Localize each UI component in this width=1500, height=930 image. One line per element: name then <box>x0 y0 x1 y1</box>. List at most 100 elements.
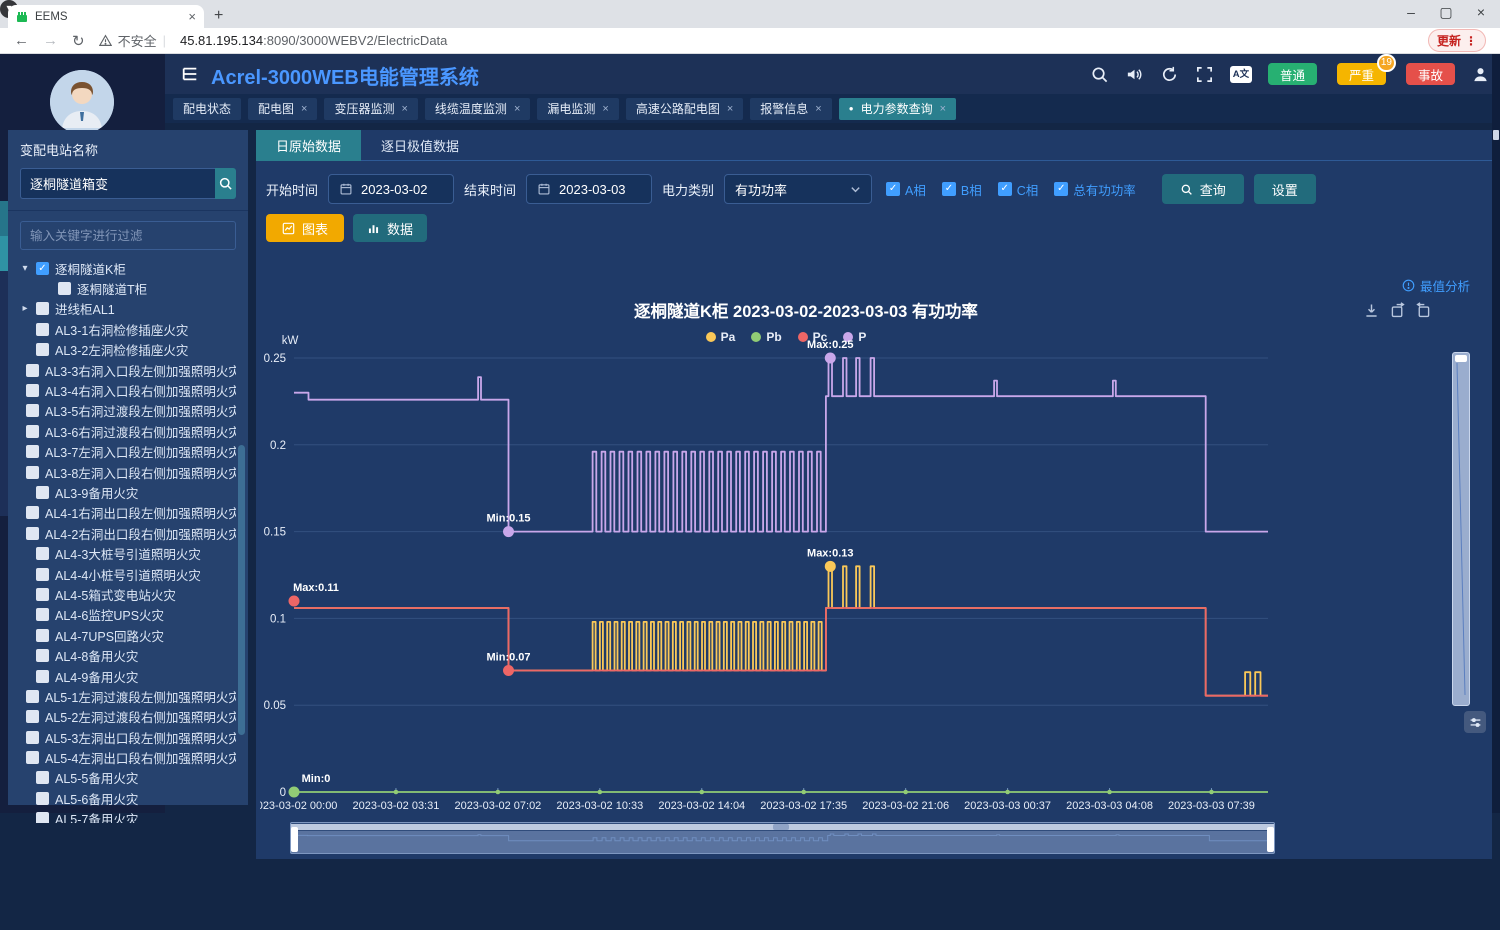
datazoom-grip[interactable] <box>773 824 789 830</box>
menu-collapse-icon[interactable] <box>181 65 199 83</box>
tree-checkbox[interactable] <box>26 751 39 764</box>
speaker-icon[interactable] <box>1125 65 1144 84</box>
phase-check-2[interactable]: ✓ C相 <box>998 180 1039 199</box>
tree-node-22[interactable]: AL5-2左洞过渡段右侧加强照明火灾 <box>20 707 236 727</box>
tree-checkbox[interactable] <box>26 690 39 703</box>
phase-check-0[interactable]: ✓ A相 <box>886 180 926 199</box>
tree-node-4[interactable]: AL3-2左洞检修插座火灾 <box>20 340 236 360</box>
tree-node-23[interactable]: AL5-3左洞出口段左侧加强照明火灾 <box>20 727 236 747</box>
query-button[interactable]: 查询 <box>1162 174 1244 204</box>
tree-node-26[interactable]: AL5-6备用火灾 <box>20 788 236 808</box>
phase-check-1[interactable]: ✓ B相 <box>942 180 982 199</box>
tree-checkbox[interactable] <box>26 404 39 417</box>
tree-checkbox[interactable] <box>36 547 49 560</box>
tree-checkbox[interactable] <box>58 282 71 295</box>
tree-node-14[interactable]: AL4-3大桩号引道照明火灾 <box>20 543 236 563</box>
tab-close-icon[interactable]: × <box>727 103 733 115</box>
search-icon[interactable] <box>1090 65 1109 84</box>
marker-point[interactable] <box>503 665 514 676</box>
tree-node-20[interactable]: AL4-9备用火灾 <box>20 666 236 686</box>
tree-node-1[interactable]: 逐桐隧道T柜 <box>20 278 236 298</box>
browser-tab[interactable]: EEMS × <box>8 5 204 28</box>
tree-checkbox[interactable] <box>36 629 49 642</box>
vertical-datazoom-slider[interactable] <box>1452 352 1470 706</box>
tree-checkbox[interactable] <box>26 731 39 744</box>
user-icon[interactable] <box>1471 65 1490 84</box>
tree-node-16[interactable]: AL4-5箱式变电站火灾 <box>20 584 236 604</box>
data-tab-0[interactable]: 日原始数据 <box>256 130 361 161</box>
tree-checkbox[interactable] <box>26 425 39 438</box>
checkbox-checked-icon[interactable]: ✓ <box>942 182 956 196</box>
checkbox-checked-icon[interactable]: ✓ <box>1054 182 1068 196</box>
slider-settings-icon[interactable] <box>1464 711 1486 733</box>
tree-checkbox[interactable] <box>26 364 39 377</box>
tree-checkbox[interactable] <box>36 771 49 784</box>
tree-checkbox[interactable] <box>36 343 49 356</box>
tree-checkbox[interactable] <box>36 608 49 621</box>
station-name-input[interactable] <box>20 168 215 199</box>
tree-node-3[interactable]: AL3-1右洞检修插座火灾 <box>20 319 236 339</box>
page-tab-0[interactable]: 配电状态 <box>173 98 241 120</box>
caret-right-icon[interactable]: ▸ <box>20 303 30 314</box>
page-tab-2[interactable]: 变压器监测 × <box>324 98 417 120</box>
tab-close-icon[interactable]: × <box>602 103 608 115</box>
alarm-button-0[interactable]: 普通 <box>1268 63 1317 85</box>
tree-checkbox[interactable] <box>36 302 49 315</box>
series-Pc[interactable] <box>294 608 1268 696</box>
tree-node-25[interactable]: AL5-5备用火灾 <box>20 768 236 788</box>
tree-scrollbar-thumb[interactable] <box>238 445 245 735</box>
forward-button[interactable]: → <box>43 32 58 49</box>
url-text[interactable]: 45.81.195.134:8090/3000WEBV2/ElectricDat… <box>180 33 447 48</box>
tree-node-15[interactable]: AL4-4小桩号引道照明火灾 <box>20 564 236 584</box>
tree-checkbox[interactable] <box>26 710 39 723</box>
tree-node-19[interactable]: AL4-8备用火灾 <box>20 645 236 665</box>
translate-icon[interactable]: A文 <box>1230 66 1252 83</box>
download-icon[interactable] <box>1363 302 1380 319</box>
tree-node-9[interactable]: AL3-7左洞入口段左侧加强照明火灾 <box>20 442 236 462</box>
tree-node-11[interactable]: AL3-9备用火灾 <box>20 482 236 502</box>
tree-node-21[interactable]: AL5-1左洞过渡段左侧加强照明火灾 <box>20 686 236 706</box>
tree-node-5[interactable]: AL3-3右洞入口段左侧加强照明火灾 <box>20 360 236 380</box>
tree-node-24[interactable]: AL5-4左洞出口段右侧加强照明火灾 <box>20 747 236 767</box>
zoom-reset-icon[interactable] <box>1415 302 1432 319</box>
tree-node-6[interactable]: AL3-4右洞入口段右侧加强照明火灾 <box>20 380 236 400</box>
tree-checkbox[interactable] <box>36 670 49 683</box>
kebab-menu-icon[interactable]: ⋮ <box>1465 34 1477 48</box>
tree-checkbox[interactable] <box>26 384 39 397</box>
page-tab-1[interactable]: 配电图 × <box>248 98 317 120</box>
tree-node-10[interactable]: AL3-8左洞入口段右侧加强照明火灾 <box>20 462 236 482</box>
tab-close-icon[interactable]: × <box>815 103 821 115</box>
page-tab-5[interactable]: 高速公路配电图 × <box>626 98 743 120</box>
tab-close-icon[interactable]: × <box>401 103 407 115</box>
reload-button[interactable]: ↻ <box>72 32 85 50</box>
tree-node-13[interactable]: AL4-2右洞出口段右侧加强照明火灾 <box>20 523 236 543</box>
marker-point[interactable] <box>503 526 514 537</box>
tab-close-icon[interactable]: × <box>514 103 520 115</box>
back-button[interactable]: ← <box>14 32 29 49</box>
site-security-chip[interactable]: 不安全 | <box>99 31 166 50</box>
tree-node-12[interactable]: AL4-1右洞出口段左侧加强照明火灾 <box>20 503 236 523</box>
tree-checkbox[interactable] <box>36 588 49 601</box>
marker-point[interactable] <box>825 353 836 364</box>
page-tab-4[interactable]: 漏电监测 × <box>537 98 618 120</box>
marker-point[interactable] <box>825 561 836 572</box>
data-view-button[interactable]: 数据 <box>353 214 427 242</box>
tree-checkbox[interactable] <box>26 527 39 540</box>
end-date-input[interactable]: 2023-03-03 <box>526 174 652 204</box>
phase-check-3[interactable]: ✓ 总有功功率 <box>1054 180 1136 199</box>
marker-point[interactable] <box>289 596 300 607</box>
tree-checkbox[interactable]: ✓ <box>36 262 49 275</box>
checkbox-checked-icon[interactable]: ✓ <box>886 182 900 196</box>
chart-view-button[interactable]: 图表 <box>266 214 344 242</box>
tree-node-7[interactable]: AL3-5右洞过渡段左侧加强照明火灾 <box>20 401 236 421</box>
settings-button[interactable]: 设置 <box>1254 174 1316 204</box>
data-tab-1[interactable]: 逐日极值数据 <box>361 130 479 161</box>
page-scrollbar-thumb[interactable] <box>1493 130 1499 140</box>
tree-checkbox[interactable] <box>36 812 49 823</box>
restore-icon[interactable] <box>1389 302 1406 319</box>
chart-plot[interactable]: 00.050.10.150.20.25kW2023-03-02 00:00202… <box>260 332 1450 816</box>
series-Pa[interactable] <box>294 566 1268 695</box>
start-date-input[interactable]: 2023-03-02 <box>328 174 454 204</box>
refresh-icon[interactable] <box>1160 65 1179 84</box>
page-scrollbar[interactable] <box>1492 54 1500 813</box>
